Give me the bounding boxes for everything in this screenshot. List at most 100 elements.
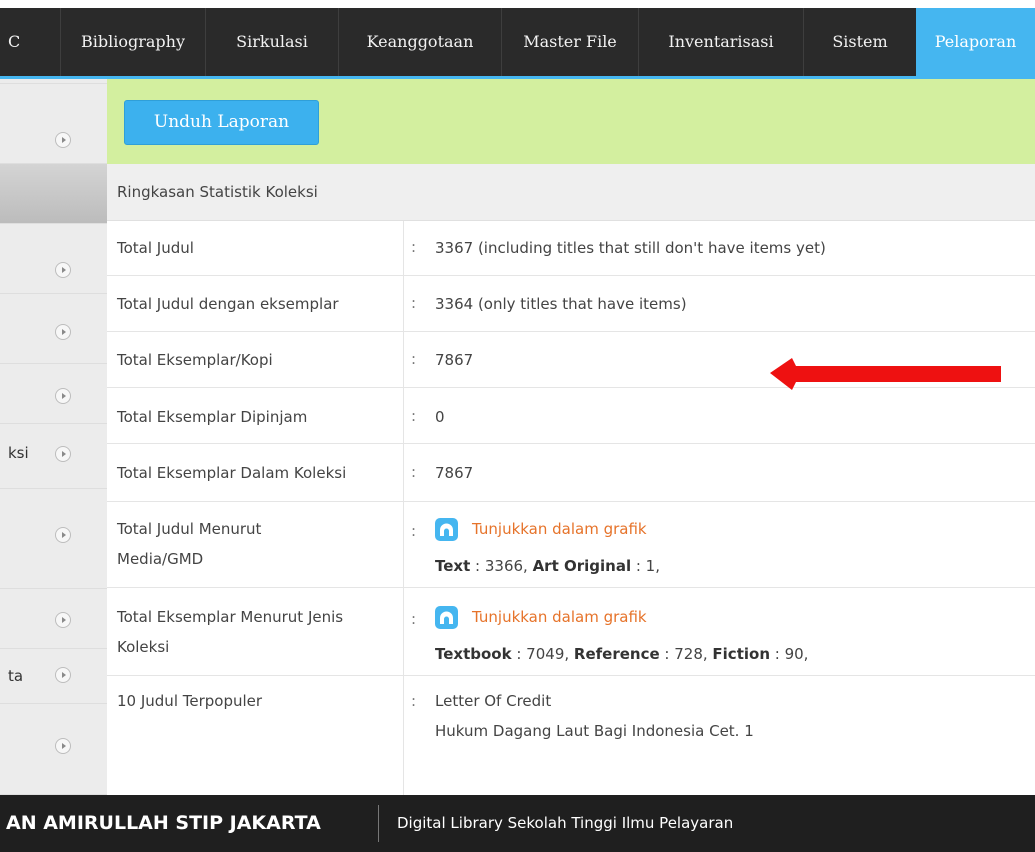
chevron-right-icon — [55, 324, 71, 340]
row-value: 3367 (including titles that still don't … — [435, 239, 826, 257]
row-value: Tunjukkan dalam grafik Text : 3366, Art … — [435, 514, 660, 581]
show-chart-label: Tunjukkan dalam grafik — [472, 608, 647, 626]
row-value: 7867 — [435, 351, 474, 369]
gmd-count: : 1, — [631, 556, 660, 575]
column-divider — [403, 276, 404, 331]
collection-type-count: : 728, — [659, 644, 713, 663]
collection-type-count: : 90, — [770, 644, 809, 663]
sidebar-item[interactable] — [0, 489, 107, 589]
row-label: Total Eksemplar Dipinjam — [117, 408, 308, 426]
sidebar-item-label: ta — [8, 667, 24, 685]
sidebar-item[interactable] — [0, 704, 107, 795]
gmd-count: : 3366, — [470, 556, 533, 575]
row-label: Total Judul dengan eksemplar — [117, 295, 339, 313]
table-row: Total Judul Menurut Media/GMD : Tunjukka… — [107, 502, 1035, 588]
row-separator: : — [411, 350, 417, 368]
report-action-bar: Unduh Laporan — [107, 79, 1035, 164]
footer-institution: AN AMIRULLAH STIP JAKARTA — [6, 812, 321, 834]
chevron-right-icon — [55, 738, 71, 754]
row-value: Letter Of Credit Hukum Dagang Laut Bagi … — [435, 686, 754, 746]
sidebar-item[interactable] — [0, 84, 107, 164]
column-divider — [403, 676, 404, 806]
gmd-name: Art Original — [532, 556, 632, 575]
row-separator: : — [411, 294, 417, 312]
popular-title[interactable]: Hukum Dagang Laut Bagi Indonesia Cet. 1 — [435, 722, 754, 740]
collection-type-name: Fiction — [712, 644, 770, 663]
row-separator: : — [411, 692, 417, 710]
chevron-right-icon — [55, 262, 71, 278]
row-label: Total Judul Menurut Media/GMD — [117, 514, 402, 574]
chevron-right-icon — [55, 446, 71, 462]
nav-item-sirkulasi[interactable]: Sirkulasi — [206, 8, 338, 76]
chevron-right-icon — [55, 388, 71, 404]
download-report-button[interactable]: Unduh Laporan — [124, 100, 319, 145]
collection-type-name: Reference — [573, 644, 660, 663]
show-chart-link[interactable]: Tunjukkan dalam grafik — [435, 514, 647, 544]
row-value: 3364 (only titles that have items) — [435, 295, 687, 313]
chevron-right-icon — [55, 612, 71, 628]
column-divider — [403, 502, 404, 587]
row-label: 10 Judul Terpopuler — [117, 692, 263, 710]
nav-item-keanggotaan[interactable]: Keanggotaan — [339, 8, 501, 76]
row-label: Total Judul — [117, 239, 194, 257]
annotation-arrow-icon — [770, 358, 1001, 390]
table-row: Total Eksemplar Dipinjam : 0 — [107, 388, 1035, 444]
nav-item-pelaporan[interactable]: Pelaporan — [916, 8, 1035, 76]
table-row: 10 Judul Terpopuler : Letter Of Credit H… — [107, 676, 1035, 806]
chart-icon — [435, 605, 458, 629]
column-divider — [403, 332, 404, 387]
chevron-right-icon — [55, 132, 71, 148]
row-label-line: Total Eksemplar Menurut Jenis — [117, 608, 344, 626]
row-separator: : — [411, 522, 417, 540]
chart-icon — [435, 517, 458, 541]
sidebar-item-label: ksi — [8, 444, 29, 462]
show-chart-label: Tunjukkan dalam grafik — [472, 520, 647, 538]
collection-type-count: : 7049, — [511, 644, 574, 663]
column-divider — [403, 221, 404, 275]
column-divider — [403, 388, 404, 443]
popular-title[interactable]: Letter Of Credit — [435, 692, 551, 710]
nav-item-bibliography[interactable]: Bibliography — [61, 8, 205, 76]
row-separator: : — [411, 238, 417, 256]
sidebar-item-active[interactable] — [0, 164, 107, 224]
table-row: Total Eksemplar Dalam Koleksi : 7867 — [107, 444, 1035, 502]
footer: AN AMIRULLAH STIP JAKARTA Digital Librar… — [0, 795, 1035, 852]
row-label: Total Eksemplar/Kopi — [117, 351, 273, 369]
nav-item-opac[interactable]: C — [0, 8, 38, 76]
chevron-right-icon — [55, 527, 71, 543]
table-row: Total Judul : 3367 (including titles tha… — [107, 221, 1035, 276]
sidebar-item[interactable] — [0, 589, 107, 649]
table-header: Ringkasan Statistik Koleksi — [107, 164, 1035, 221]
nav-item-inventarisasi[interactable]: Inventarisasi — [639, 8, 803, 76]
sidebar: ksi ta — [0, 79, 107, 795]
gmd-name: Text — [435, 556, 471, 575]
sidebar-item[interactable] — [0, 294, 107, 364]
sidebar-item[interactable] — [0, 364, 107, 424]
row-separator: : — [411, 610, 417, 628]
row-label: Total Eksemplar Menurut Jenis Koleksi — [117, 602, 402, 662]
nav-item-sistem[interactable]: Sistem — [804, 8, 916, 76]
row-separator: : — [411, 407, 417, 425]
row-value: Tunjukkan dalam grafik Textbook : 7049, … — [435, 602, 808, 669]
footer-tagline: Digital Library Sekolah Tinggi Ilmu Pela… — [397, 814, 734, 832]
column-divider — [403, 444, 404, 501]
collection-type-name: Textbook — [435, 644, 512, 663]
row-label: Total Eksemplar Dalam Koleksi — [117, 464, 347, 482]
show-chart-link[interactable]: Tunjukkan dalam grafik — [435, 602, 647, 632]
chevron-right-icon — [55, 667, 71, 683]
sidebar-item[interactable] — [0, 224, 107, 294]
row-label-line: Total Judul Menurut — [117, 520, 262, 538]
main-nav: C Bibliography Sirkulasi Keanggotaan Mas… — [0, 8, 1035, 76]
row-value: 7867 — [435, 464, 474, 482]
footer-divider — [378, 805, 379, 842]
table-title: Ringkasan Statistik Koleksi — [117, 183, 318, 201]
nav-item-master-file[interactable]: Master File — [502, 8, 638, 76]
sidebar-item[interactable]: ksi — [0, 424, 107, 489]
row-label-line: Media/GMD — [117, 550, 204, 568]
column-divider — [403, 588, 404, 675]
row-value: 0 — [435, 408, 445, 426]
sidebar-item[interactable]: ta — [0, 649, 107, 704]
row-label-line: Koleksi — [117, 638, 170, 656]
row-separator: : — [411, 463, 417, 481]
table-row: Total Judul dengan eksemplar : 3364 (onl… — [107, 276, 1035, 332]
